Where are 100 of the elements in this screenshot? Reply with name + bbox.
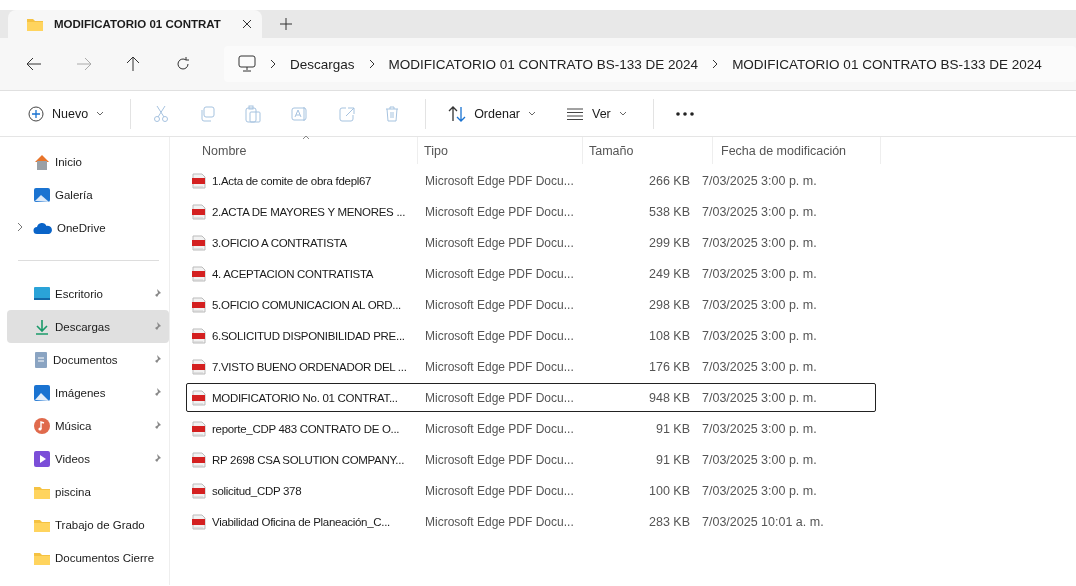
copy-icon: [199, 105, 216, 122]
pdf-icon: [192, 482, 206, 499]
column-header[interactable]: Nombre: [186, 137, 418, 164]
sidebar-item[interactable]: Documentos: [7, 343, 169, 376]
close-tab-button[interactable]: [242, 19, 252, 29]
chevron-down-icon: [528, 111, 536, 116]
sidebar-item[interactable]: Escritorio: [7, 277, 169, 310]
sidebar-item[interactable]: Documentos Cierre: [7, 541, 169, 574]
cloud-icon: [33, 220, 53, 235]
file-type: Microsoft Edge PDF Docu...: [424, 421, 575, 436]
file-row[interactable]: 6.SOLICITUD DISPONIBILIDAD PRE... Microsoft Edge PDF Docu... 108 KB 7/03/2025 3:00 p. m.: [186, 321, 876, 350]
arrow-up-icon: [126, 56, 140, 72]
sidebar-item[interactable]: Descargas: [7, 310, 169, 343]
file-row[interactable]: solicitud_CDP 378 Microsoft Edge PDF Docu... 100 KB 7/03/2025 3:00 p. m.: [186, 476, 876, 505]
pdf-icon: [192, 513, 206, 530]
trash-icon: [385, 105, 400, 122]
file-name: 5.OFICIO COMUNICACION AL ORD...: [212, 298, 401, 311]
column-header[interactable]: Tipo: [418, 137, 583, 164]
file-date: 7/03/2025 3:00 p. m.: [701, 328, 817, 343]
new-tab-button[interactable]: [280, 18, 292, 30]
file-size: 249 KB: [648, 266, 690, 281]
sidebar-item[interactable]: piscina: [7, 475, 169, 508]
file-row[interactable]: RP 2698 CSA SOLUTION COMPANY... Microsoft Edge PDF Docu... 91 KB 7/03/2025 3:00 p. m.: [186, 445, 876, 474]
new-button[interactable]: Nuevo: [24, 97, 109, 130]
file-date: 7/03/2025 3:00 p. m.: [701, 266, 817, 281]
images-icon: [33, 383, 51, 402]
file-size: 299 KB: [648, 235, 690, 250]
breadcrumb[interactable]: Descargas: [290, 56, 355, 72]
pdf-icon: [192, 358, 206, 375]
pdf-icon: [192, 451, 206, 468]
file-size: 91 KB: [654, 421, 690, 436]
file-row[interactable]: Viabilidad Oficina de Planeación_C... Microsoft Edge PDF Docu... 283 KB 7/03/2025 10:01 a. m.: [186, 507, 876, 536]
file-row[interactable]: reporte_CDP 483 CONTRATO DE O... Microsoft Edge PDF Docu... 91 KB 7/03/2025 3:00 p. m.: [186, 414, 876, 443]
share-icon: [339, 105, 356, 122]
sidebar-item[interactable]: Imágenes: [7, 376, 169, 409]
file-row[interactable]: 5.OFICIO COMUNICACION AL ORD... Microsoft Edge PDF Docu... 298 KB 7/03/2025 3:00 p. m.: [186, 290, 876, 319]
chevron-right-icon: [17, 222, 23, 232]
file-type: Microsoft Edge PDF Docu...: [424, 173, 575, 188]
file-row[interactable]: MODIFICATORIO No. 01 CONTRAT... Microsoft Edge PDF Docu... 948 KB 7/03/2025 3:00 p. m.: [186, 383, 876, 412]
gallery-icon: [33, 185, 51, 204]
pdf-icon: [192, 327, 206, 344]
file-date: 7/03/2025 3:00 p. m.: [701, 173, 817, 188]
videos-icon: [33, 449, 51, 468]
tab[interactable]: MODIFICATORIO 01 CONTRAT: [8, 10, 262, 38]
file-row[interactable]: 2.ACTA DE MAYORES Y MENORES ... Microsoft Edge PDF Docu... 538 KB 7/03/2025 3:00 p. m.: [186, 197, 876, 226]
file-type: Microsoft Edge PDF Docu...: [424, 514, 575, 529]
file-row[interactable]: 3.OFICIO A CONTRATISTA Microsoft Edge PDF Docu... 299 KB 7/03/2025 3:00 p. m.: [186, 228, 876, 257]
sort-button[interactable]: Ordenar: [444, 97, 540, 130]
file-row[interactable]: 4. ACEPTACION CONTRATISTA Microsoft Edge PDF Docu... 249 KB 7/03/2025 3:00 p. m.: [186, 259, 876, 288]
rename-icon: [291, 105, 310, 122]
file-type: Microsoft Edge PDF Docu...: [424, 266, 575, 281]
file-size: 176 KB: [648, 359, 690, 374]
file-size: 538 KB: [648, 204, 690, 219]
file-name: reporte_CDP 483 CONTRATO DE O...: [212, 422, 400, 435]
file-type: Microsoft Edge PDF Docu...: [424, 297, 575, 312]
file-date: 7/03/2025 3:00 p. m.: [701, 452, 817, 467]
sidebar-item[interactable]: Galería: [7, 178, 169, 211]
file-date: 7/03/2025 10:01 a. m.: [701, 514, 824, 529]
chevron-right-icon: [270, 59, 276, 69]
download-icon: [33, 317, 51, 336]
scissors-icon: [153, 104, 170, 123]
breadcrumb[interactable]: MODIFICATORIO 01 CONTRATO BS-133 DE 2024: [388, 56, 699, 72]
column-header[interactable]: Tamaño: [583, 137, 713, 164]
sidebar-item[interactable]: Trabajo de Grado: [7, 508, 169, 541]
pdf-icon: [192, 203, 206, 220]
more-icon: [675, 111, 694, 116]
clipboard-icon: [245, 104, 262, 123]
pdf-icon: [192, 389, 206, 406]
file-date: 7/03/2025 3:00 p. m.: [701, 297, 817, 312]
close-icon: [242, 19, 252, 29]
chevron-right-icon: [712, 59, 719, 69]
pdf-icon: [192, 234, 206, 251]
view-button[interactable]: Ver: [562, 97, 631, 130]
file-name: 6.SOLICITUD DISPONIBILIDAD PRE...: [212, 329, 405, 342]
address-bar[interactable]: Descargas MODIFICATORIO 01 CONTRATO BS-133 DE 2024 MODIFICATORIO 01 CONTRATO BS-133 DE 2024: [224, 46, 1076, 82]
pdf-icon: [192, 172, 206, 189]
file-size: 266 KB: [648, 173, 690, 188]
file-type: Microsoft Edge PDF Docu...: [424, 452, 575, 467]
file-date: 7/03/2025 3:00 p. m.: [701, 359, 817, 374]
chevron-down-icon: [96, 111, 105, 116]
column-header[interactable]: Fecha de modificación: [713, 137, 881, 164]
file-row[interactable]: 7.VISTO BUENO ORDENADOR DEL ... Microsoft Edge PDF Docu... 176 KB 7/03/2025 3:00 p. m.: [186, 352, 876, 381]
file-name: RP 2698 CSA SOLUTION COMPANY...: [212, 453, 405, 466]
file-name: 4. ACEPTACION CONTRATISTA: [212, 267, 374, 280]
sidebar-item[interactable]: Música: [7, 409, 169, 442]
folder-icon: [26, 16, 44, 32]
breadcrumb[interactable]: MODIFICATORIO 01 CONTRATO BS-133 DE 2024: [732, 56, 1042, 72]
file-type: Microsoft Edge PDF Docu...: [424, 390, 575, 405]
sidebar-item[interactable]: OneDrive: [7, 211, 169, 244]
file-size: 283 KB: [648, 514, 690, 529]
file-name: 1.Acta de comite de obra fdepl67: [212, 174, 372, 187]
file-date: 7/03/2025 3:00 p. m.: [701, 204, 817, 219]
arrow-right-icon: [76, 57, 92, 71]
file-name: 2.ACTA DE MAYORES Y MENORES ...: [212, 205, 406, 218]
sidebar-item[interactable]: Videos: [7, 442, 169, 475]
file-size: 100 KB: [648, 483, 690, 498]
sidebar-item[interactable]: Inicio: [7, 145, 169, 178]
file-row[interactable]: 1.Acta de comite de obra fdepl67 Microsoft Edge PDF Docu... 266 KB 7/03/2025 3:00 p. m.: [186, 166, 876, 195]
desktop-icon: [33, 285, 51, 302]
sort-caret-icon: [302, 135, 310, 140]
